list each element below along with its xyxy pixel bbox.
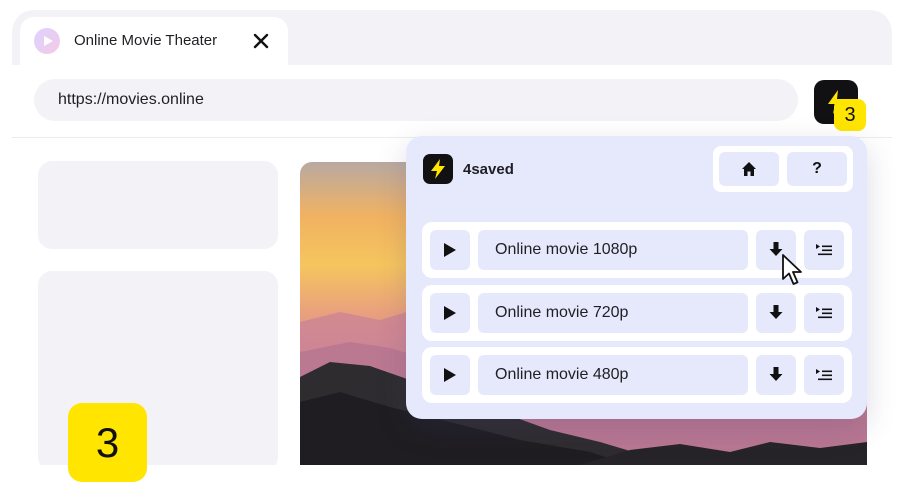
download-icon: [769, 242, 783, 256]
add-to-list-icon: [816, 244, 832, 256]
download-button[interactable]: [756, 293, 796, 333]
url-text: https://movies.online: [58, 91, 204, 108]
download-button[interactable]: [756, 355, 796, 395]
extension-badge: 3: [834, 99, 866, 131]
home-icon: [742, 162, 756, 176]
download-label[interactable]: Online movie 1080p: [478, 230, 748, 270]
queue-button[interactable]: [804, 355, 844, 395]
browser-toolbar: https://movies.online 3: [12, 65, 892, 138]
popup-brand-name: 4saved: [463, 161, 514, 178]
download-icon: [769, 367, 783, 381]
play-button[interactable]: [430, 293, 470, 333]
lightning-icon: [431, 159, 445, 179]
download-label[interactable]: Online movie 720p: [478, 293, 748, 333]
download-row: Online movie 480p: [422, 347, 852, 403]
play-icon: [444, 243, 456, 257]
popup-logo: [423, 154, 453, 184]
play-icon: [444, 368, 456, 382]
tab-title: Online Movie Theater: [74, 32, 218, 49]
screenshot-stage: Online Movie Theater https://movies.onli…: [0, 0, 900, 500]
play-icon: [444, 306, 456, 320]
queue-button[interactable]: [804, 293, 844, 333]
step-number-badge: 3: [68, 403, 147, 482]
download-icon: [769, 305, 783, 319]
play-button[interactable]: [430, 230, 470, 270]
placeholder-card: [38, 161, 278, 249]
home-button[interactable]: [719, 152, 779, 186]
help-button[interactable]: ?: [787, 152, 847, 186]
tab-online-movie-theater[interactable]: Online Movie Theater: [20, 17, 288, 65]
add-to-list-icon: [816, 307, 832, 319]
help-icon: ?: [812, 160, 822, 177]
popup-nav: ?: [713, 146, 853, 192]
queue-button[interactable]: [804, 230, 844, 270]
play-icon: [34, 28, 60, 54]
add-to-list-icon: [816, 369, 832, 381]
mouse-cursor-icon: [782, 254, 802, 285]
address-bar[interactable]: https://movies.online: [34, 79, 798, 121]
close-icon[interactable]: [251, 31, 271, 51]
download-label[interactable]: Online movie 480p: [478, 355, 748, 395]
play-button[interactable]: [430, 355, 470, 395]
download-row: Online movie 720p: [422, 285, 852, 341]
tab-strip: Online Movie Theater: [12, 10, 892, 65]
